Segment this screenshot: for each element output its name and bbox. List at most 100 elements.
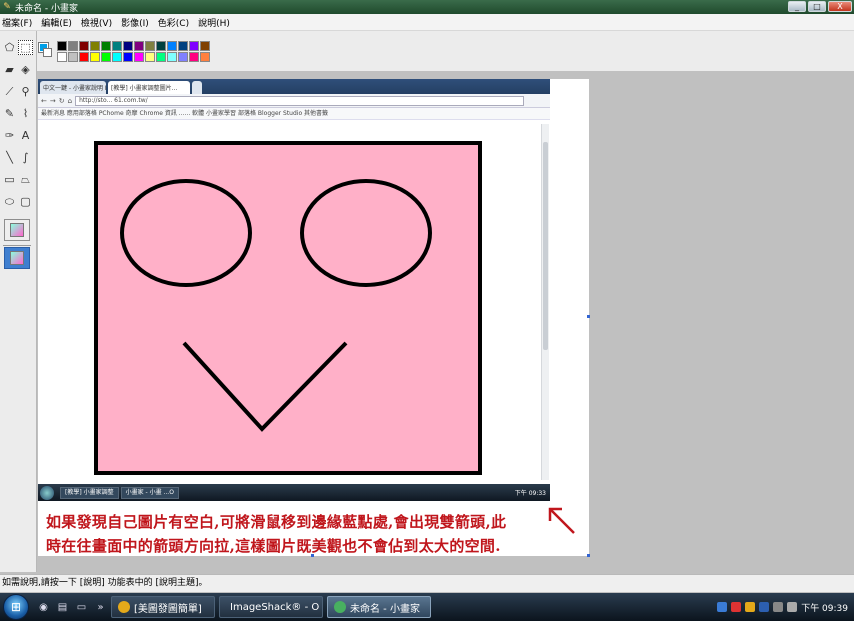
palette-swatch[interactable] xyxy=(101,41,111,51)
instruction-line: 時在往畫面中的箭頭方向拉,這樣圖片既美觀也不會佔到太大的空間. xyxy=(46,537,501,555)
paint-icon xyxy=(334,601,346,613)
fill-bucket-icon[interactable]: ◈ xyxy=(18,62,33,77)
start-button[interactable]: ⊞ xyxy=(3,594,29,620)
volume-icon[interactable] xyxy=(787,602,798,612)
maximize-button[interactable]: □ xyxy=(808,1,826,12)
menu-file[interactable]: 檔案(F) xyxy=(2,16,32,29)
palette-swatch[interactable] xyxy=(200,41,210,51)
transparency-option-opaque[interactable] xyxy=(4,219,30,241)
palette-swatch[interactable] xyxy=(189,41,199,51)
menu-colors[interactable]: 色彩(C) xyxy=(158,16,189,29)
palette-swatch[interactable] xyxy=(57,41,67,51)
palette-swatch[interactable] xyxy=(79,41,89,51)
close-button[interactable]: X xyxy=(828,1,852,12)
mini-task-button: [教學] 小畫家調整 xyxy=(60,486,119,499)
polygon-icon[interactable]: ⏢ xyxy=(18,172,33,187)
document-launch-icon[interactable]: ▤ xyxy=(56,601,69,614)
browser-tab-active: [教學] 小畫家調整圖片... xyxy=(108,81,190,94)
paint-app-icon[interactable]: ✎ xyxy=(2,2,12,12)
taskbar-button-label: ImageShack® - O xyxy=(230,601,320,613)
status-bar: 如需說明,請按一下 [說明] 功能表中的 [說明主題]。 xyxy=(0,574,854,592)
transparent-option-icon xyxy=(10,251,24,265)
clock[interactable]: 下午 09:39 xyxy=(801,601,848,614)
palette-swatch[interactable] xyxy=(90,52,100,62)
taskbar-button-paint[interactable]: 未命名 - 小畫家 xyxy=(327,596,431,618)
transparency-option-transparent[interactable] xyxy=(4,247,30,269)
curve-icon[interactable]: ∫ xyxy=(18,150,33,165)
palette-swatch[interactable] xyxy=(178,41,188,51)
browser-address-bar: ← → ↻ ⌂ http://sto... 61.com.tw/ xyxy=(38,94,550,108)
rounded-rect-icon[interactable]: ▢ xyxy=(18,194,33,209)
antivirus-icon[interactable] xyxy=(731,602,742,612)
resize-handle-bottom[interactable] xyxy=(311,554,314,557)
palette-swatch[interactable] xyxy=(57,52,67,62)
airbrush-icon[interactable]: ✑ xyxy=(2,128,17,143)
drawing-canvas[interactable]: 中文一鍵 - 小畫家說明 PL... [教學] 小畫家調整圖片... ← → ↻… xyxy=(38,79,590,557)
palette-swatch[interactable] xyxy=(123,52,133,62)
rectangle-icon[interactable]: ▭ xyxy=(2,172,17,187)
title-bar: ✎ 未命名 - 小畫家 _ □ X xyxy=(0,0,854,14)
forward-icon: → xyxy=(49,96,56,105)
show-desktop-icon[interactable]: ▭ xyxy=(75,601,88,614)
taskbar-button-browser[interactable]: [美圖發圖簡單] xyxy=(111,596,215,618)
palette-swatch[interactable] xyxy=(134,41,144,51)
brush-icon[interactable]: ⌇ xyxy=(18,106,33,121)
menu-view[interactable]: 檢視(V) xyxy=(81,16,112,29)
palette-swatch[interactable] xyxy=(200,52,210,62)
network-icon[interactable] xyxy=(717,602,728,612)
palette-swatch[interactable] xyxy=(189,52,199,62)
palette-swatch[interactable] xyxy=(167,52,177,62)
chrome-icon xyxy=(118,601,130,613)
browser-screenshot-taskbar: [教學] 小畫家調整 小畫家 - 小畫 ...O 下午 09:33 xyxy=(38,484,550,501)
opaque-option-icon xyxy=(10,223,24,237)
face-drawing xyxy=(94,141,482,475)
mini-start-orb xyxy=(40,485,54,500)
workspace: 中文一鍵 - 小畫家說明 PL... [教學] 小畫家調整圖片... ← → ↻… xyxy=(38,71,854,572)
palette-swatch[interactable] xyxy=(123,41,133,51)
palette-swatch[interactable] xyxy=(79,52,89,62)
palette-swatch[interactable] xyxy=(145,41,155,51)
minimize-button[interactable]: _ xyxy=(788,1,806,12)
palette-swatch[interactable] xyxy=(134,52,144,62)
language-icon[interactable] xyxy=(759,602,770,612)
rect-select-icon[interactable]: ⬚ xyxy=(18,40,33,55)
eyedropper-icon[interactable]: ⟋ xyxy=(2,84,17,99)
palette-swatch[interactable] xyxy=(112,52,122,62)
palette-swatch[interactable] xyxy=(178,52,188,62)
home-icon: ⌂ xyxy=(67,96,73,105)
line-icon[interactable]: ╲ xyxy=(2,150,17,165)
windows-taskbar: ⊞ ◉ ▤ ▭ » [美圖發圖簡單] ImageShack® - O 未命名 -… xyxy=(0,593,854,621)
current-colors[interactable] xyxy=(39,41,53,59)
resize-handle-right[interactable] xyxy=(587,315,590,318)
tool-grid: ⬠ ⬚ ▰ ◈ ⟋ ⚲ ✎ ⌇ ✑ A ╲ ∫ ▭ ⏢ ⬭ ▢ xyxy=(2,40,34,216)
text-icon[interactable]: A xyxy=(18,128,33,143)
palette-swatch[interactable] xyxy=(68,52,78,62)
palette-swatch[interactable] xyxy=(145,52,155,62)
palette-swatch[interactable] xyxy=(68,41,78,51)
resize-handle-corner[interactable] xyxy=(587,554,590,557)
eraser-icon[interactable]: ▰ xyxy=(2,62,17,77)
palette-swatch[interactable] xyxy=(90,41,100,51)
magnifier-icon[interactable]: ⚲ xyxy=(18,84,33,99)
chrome-tray-icon[interactable] xyxy=(745,602,756,612)
free-select-icon[interactable]: ⬠ xyxy=(2,40,17,55)
palette-swatch[interactable] xyxy=(112,41,122,51)
palette-swatch[interactable] xyxy=(101,52,111,62)
ellipse-icon[interactable]: ⬭ xyxy=(2,194,17,209)
menu-help[interactable]: 說明(H) xyxy=(198,16,230,29)
menu-edit[interactable]: 編輯(E) xyxy=(41,16,72,29)
pencil-icon[interactable]: ✎ xyxy=(2,106,17,121)
monitor-icon[interactable] xyxy=(773,602,784,612)
browser-bookmarks-bar: 最新消息 應用部落格 PChome 奇摩 Chrome 資訊 ...... 軟體… xyxy=(38,108,550,120)
chrome-launch-icon[interactable]: ◉ xyxy=(37,601,50,614)
palette-swatch[interactable] xyxy=(156,52,166,62)
palette-swatch[interactable] xyxy=(167,41,177,51)
windows-logo-icon: ⊞ xyxy=(10,600,22,614)
palette-swatch[interactable] xyxy=(156,41,166,51)
menu-image[interactable]: 影像(I) xyxy=(121,16,149,29)
taskbar-button-imageshack[interactable]: ImageShack® - O xyxy=(219,596,323,618)
menu-bar: 檔案(F) 編輯(E) 檢視(V) 影像(I) 色彩(C) 說明(H) xyxy=(0,14,854,31)
quick-launch-more-icon[interactable]: » xyxy=(94,601,107,614)
tool-divider xyxy=(3,245,31,246)
mini-tray-clock: 下午 09:33 xyxy=(514,490,546,497)
